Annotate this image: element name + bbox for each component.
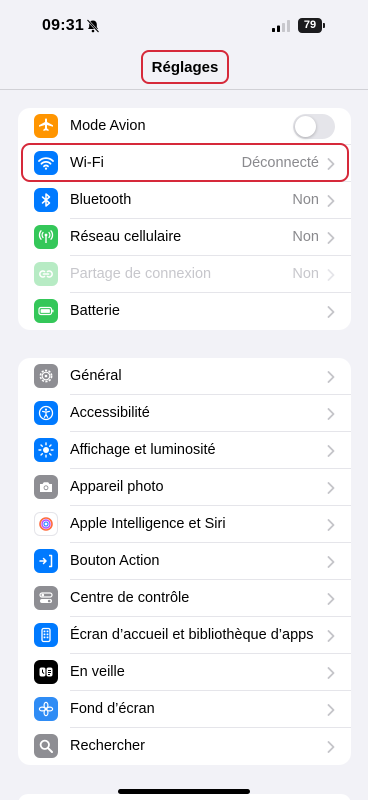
row-action-button[interactable]: Bouton Action (18, 543, 351, 580)
row-label: Centre de contrôle (70, 590, 190, 606)
row-display-brightness[interactable]: Affichage et luminosité (18, 432, 351, 469)
row-label: Écran d’accueil et bibliothèque d’apps (70, 627, 314, 643)
chevron-right-icon (327, 306, 335, 318)
page-title: Réglages (141, 50, 229, 84)
row-label: Accessibilité (70, 405, 150, 421)
row-label: Affichage et luminosité (70, 442, 216, 458)
search-icon (34, 734, 58, 758)
row-label: En veille (70, 664, 125, 680)
accessibility-icon (34, 401, 58, 425)
row-label: Fond d’écran (70, 701, 155, 717)
row-bluetooth[interactable]: Bluetooth Non (18, 182, 351, 219)
hotspot-icon (34, 262, 58, 286)
home-indicator[interactable] (118, 789, 250, 794)
row-label: Bouton Action (70, 553, 160, 569)
chevron-right-icon (327, 556, 335, 568)
status-bar: 09:31 79 (0, 0, 368, 50)
battery-cap (323, 23, 325, 28)
chevron-right-icon (327, 408, 335, 420)
chevron-right-icon (327, 741, 335, 753)
row-value: Déconnecté (241, 155, 319, 171)
row-label: Mode Avion (70, 118, 146, 134)
nav-header: Réglages (0, 50, 368, 90)
wifi-icon (34, 151, 58, 175)
chevron-right-icon (327, 667, 335, 679)
battery-icon (34, 299, 58, 323)
chevron-right-icon (327, 519, 335, 531)
row-label: Réseau cellulaire (70, 229, 182, 245)
row-wifi[interactable]: Wi-Fi Déconnecté (18, 145, 351, 182)
chevron-right-icon (327, 269, 335, 281)
control-center-icon (34, 586, 58, 610)
bell-off-icon (86, 19, 100, 33)
cellular-icon (34, 225, 58, 249)
settings-group-general: Général Accessibilité Affichage et lumin… (18, 358, 351, 765)
row-accessibility[interactable]: Accessibilité (18, 395, 351, 432)
row-wallpaper[interactable]: Fond d’écran (18, 691, 351, 728)
chevron-right-icon (327, 371, 335, 383)
chevron-right-icon (327, 195, 335, 207)
wallpaper-icon (34, 697, 58, 721)
chevron-right-icon (327, 445, 335, 457)
gear-icon (34, 364, 58, 388)
row-label: Appareil photo (70, 479, 164, 495)
row-cellular[interactable]: Réseau cellulaire Non (18, 219, 351, 256)
row-battery[interactable]: Batterie (18, 293, 351, 330)
chevron-right-icon (327, 593, 335, 605)
row-value: Non (292, 266, 319, 282)
row-control-center[interactable]: Centre de contrôle (18, 580, 351, 617)
chevron-right-icon (327, 704, 335, 716)
standby-icon (34, 660, 58, 684)
settings-group-next (18, 794, 351, 800)
status-time: 09:31 (42, 17, 84, 34)
signal-icon (272, 20, 290, 32)
chevron-right-icon (327, 630, 335, 642)
row-label: Rechercher (70, 738, 145, 754)
airplane-icon (34, 114, 58, 138)
home-screen-icon (34, 623, 58, 647)
row-general[interactable]: Général (18, 358, 351, 395)
bluetooth-icon (34, 188, 58, 212)
chevron-right-icon (327, 232, 335, 244)
chevron-right-icon (327, 158, 335, 170)
row-value: Non (292, 192, 319, 208)
row-apple-intelligence-siri[interactable]: Apple Intelligence et Siri (18, 506, 351, 543)
siri-icon (34, 512, 58, 536)
settings-group-connectivity: Mode Avion Wi-Fi Déconnecté Bluetooth No… (18, 108, 351, 330)
row-camera[interactable]: Appareil photo (18, 469, 351, 506)
row-label: Batterie (70, 303, 120, 319)
row-value: Non (292, 229, 319, 245)
row-hotspot: Partage de connexion Non (18, 256, 351, 293)
row-label: Apple Intelligence et Siri (70, 516, 226, 532)
row-label: Partage de connexion (70, 266, 212, 282)
battery-indicator: 79 (298, 18, 322, 33)
action-button-icon (34, 549, 58, 573)
brightness-icon (34, 438, 58, 462)
row-search[interactable]: Rechercher (18, 728, 351, 765)
toggle-knob (295, 116, 316, 137)
chevron-right-icon (327, 482, 335, 494)
row-airplane-mode[interactable]: Mode Avion (18, 108, 351, 145)
row-label: Général (70, 368, 122, 384)
row-label: Bluetooth (70, 192, 132, 208)
row-home-screen[interactable]: Écran d’accueil et bibliothèque d’apps (18, 617, 351, 654)
row-standby[interactable]: En veille (18, 654, 351, 691)
row-label: Wi-Fi (70, 155, 104, 171)
airplane-mode-toggle[interactable] (293, 114, 335, 139)
camera-icon (34, 475, 58, 499)
